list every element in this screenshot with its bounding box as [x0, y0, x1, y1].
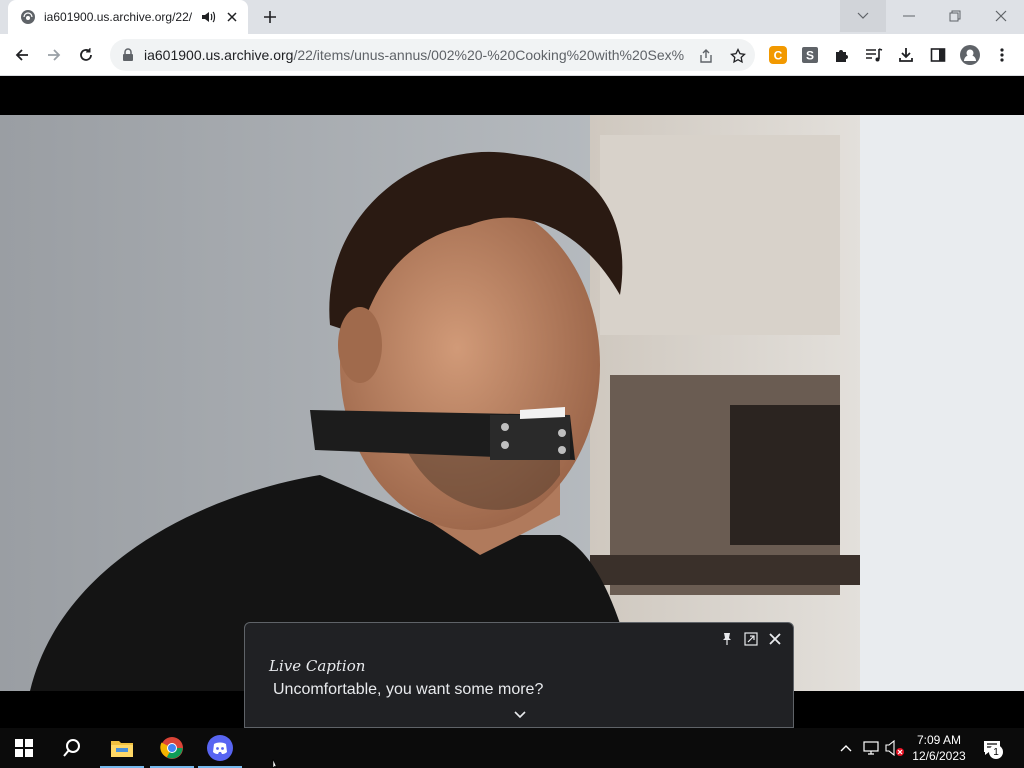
window-controls	[840, 0, 1024, 32]
menu-icon[interactable]	[992, 45, 1012, 65]
speaker-icon[interactable]	[200, 9, 216, 25]
system-clock[interactable]: 7:09 AM 12/6/2023	[906, 732, 972, 764]
side-panel-icon[interactable]	[928, 45, 948, 65]
start-icon[interactable]	[0, 728, 48, 768]
discord-icon[interactable]	[196, 728, 244, 768]
clock-time: 7:09 AM	[916, 733, 962, 747]
minimize-icon[interactable]	[886, 0, 932, 32]
url-text: ia601900.us.archive.org/22/items/unus-an…	[144, 47, 684, 63]
svg-text:C: C	[774, 49, 783, 63]
live-caption-controls	[719, 631, 783, 647]
pin-icon[interactable]	[719, 631, 735, 647]
share-icon[interactable]	[696, 46, 716, 66]
browser-tab[interactable]: ia601900.us.archive.org/22/	[8, 0, 248, 34]
s-extension-icon[interactable]: S	[800, 45, 820, 65]
download-icon[interactable]	[896, 45, 916, 65]
network-icon[interactable]	[860, 728, 882, 768]
tab-title: ia601900.us.archive.org/22/	[44, 10, 193, 24]
mouse-cursor-icon	[272, 759, 278, 768]
media-control-icon[interactable]	[864, 45, 884, 65]
chrome-icon[interactable]	[148, 728, 196, 768]
close-icon[interactable]	[224, 9, 240, 25]
search-icon[interactable]	[48, 728, 96, 768]
volume-muted-icon[interactable]	[884, 728, 906, 768]
tab-strip: ia601900.us.archive.org/22/	[0, 0, 1024, 34]
window-close-icon[interactable]	[978, 0, 1024, 32]
lock-icon[interactable]	[122, 48, 136, 62]
live-caption-panel: Live Caption Uncomfortable, you want som…	[244, 622, 794, 728]
tab-search-icon[interactable]	[840, 0, 886, 32]
url-path: /22/items/unus-annus/002%20-%20Cooking%2…	[293, 47, 684, 63]
chevron-up-icon[interactable]	[836, 728, 856, 768]
chevron-down-icon[interactable]	[512, 707, 528, 719]
profile-icon[interactable]	[960, 45, 980, 65]
clock-date: 12/6/2023	[912, 749, 966, 763]
video-player[interactable]	[0, 115, 1024, 691]
url-host: ia601900.us.archive.org	[144, 47, 294, 63]
video-frame	[0, 115, 1024, 691]
arrow-left-icon[interactable]	[8, 41, 36, 69]
restore-icon[interactable]	[932, 0, 978, 32]
reload-icon[interactable]	[72, 41, 100, 69]
star-icon[interactable]	[728, 46, 748, 66]
expand-window-icon[interactable]	[743, 631, 759, 647]
plus-icon[interactable]	[258, 5, 282, 29]
address-bar[interactable]: ia601900.us.archive.org/22/items/unus-an…	[110, 39, 755, 71]
svg-text:S: S	[806, 49, 814, 63]
puzzle-icon[interactable]	[832, 45, 852, 65]
close-icon[interactable]	[767, 631, 783, 647]
coupon-extension-icon[interactable]: C	[768, 45, 788, 65]
notification-count-badge: 1	[989, 745, 1003, 759]
globe-icon	[20, 9, 36, 25]
live-caption-text: Uncomfortable, you want some more?	[273, 681, 544, 698]
arrow-right-icon[interactable]	[40, 41, 68, 69]
file-explorer-icon[interactable]	[98, 728, 146, 768]
live-caption-title: Live Caption	[269, 657, 366, 675]
browser-toolbar: ia601900.us.archive.org/22/items/unus-an…	[0, 34, 1024, 76]
taskbar: 7:09 AM 12/6/2023	[0, 728, 1024, 768]
